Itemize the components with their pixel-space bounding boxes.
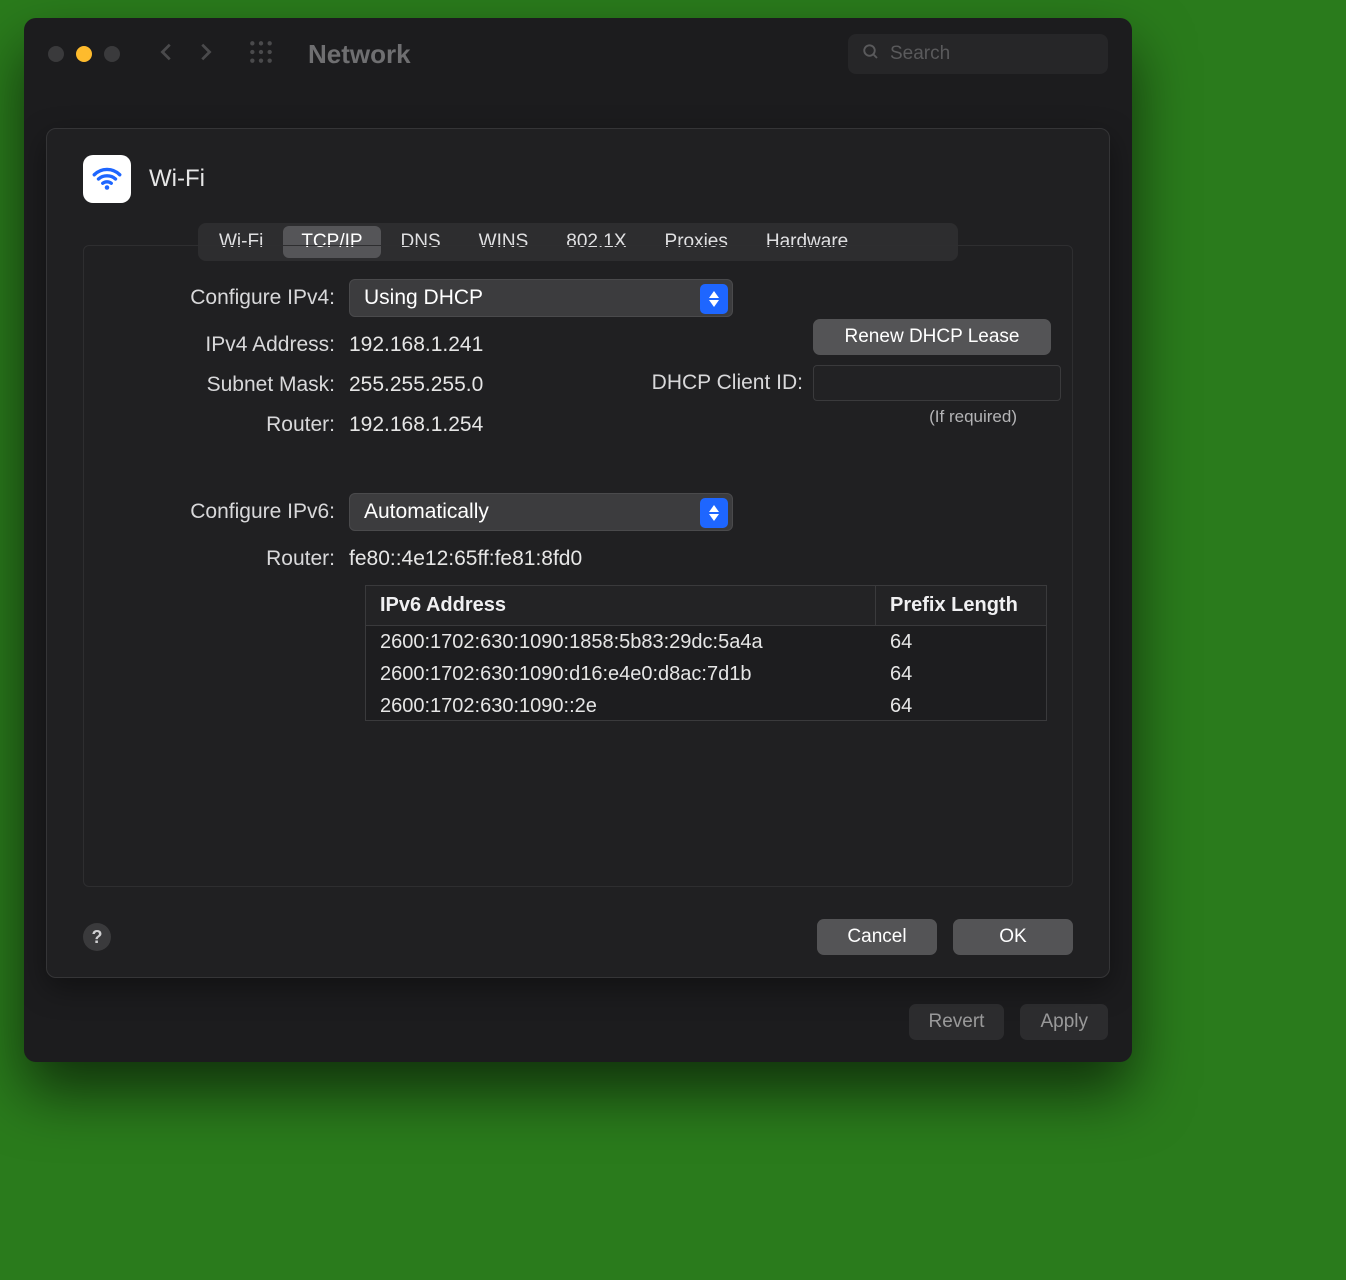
ipv6-router-label: Router: <box>83 547 349 571</box>
close-button[interactable] <box>48 46 64 62</box>
sheet-title: Wi-Fi <box>149 165 205 193</box>
cell-addr: 2600:1702:630:1090:1858:5b83:29dc:5a4a <box>366 626 876 658</box>
zoom-button[interactable] <box>104 46 120 62</box>
ipv6-address-table[interactable]: IPv6 Address Prefix Length 2600:1702:630… <box>365 585 1047 721</box>
network-preferences-window: Network Wi-Fi Wi-Fi TCP/IP DNS WINS 802.… <box>24 18 1132 1062</box>
column-prefix-length[interactable]: Prefix Length <box>876 586 1046 625</box>
cancel-button[interactable]: Cancel <box>817 919 937 955</box>
search-field[interactable] <box>848 34 1108 74</box>
if-required-hint: (If required) <box>929 407 1017 427</box>
table-header: IPv6 Address Prefix Length <box>366 586 1046 626</box>
ipv4-router-label: Router: <box>83 413 349 437</box>
window-title: Network <box>308 39 411 70</box>
search-input[interactable] <box>890 43 1132 65</box>
cell-addr: 2600:1702:630:1090::2e <box>366 690 876 721</box>
forward-button[interactable] <box>194 41 216 68</box>
cell-addr: 2600:1702:630:1090:d16:e4e0:d8ac:7d1b <box>366 658 876 690</box>
revert-button[interactable]: Revert <box>909 1004 1005 1040</box>
search-icon <box>862 43 880 66</box>
wifi-icon <box>83 155 131 203</box>
back-button[interactable] <box>156 41 178 68</box>
dhcp-client-id-label: DHCP Client ID: <box>652 371 803 395</box>
help-button[interactable]: ? <box>83 923 111 951</box>
ipv4-router-value: 192.168.1.254 <box>349 413 483 437</box>
configure-ipv4-value: Using DHCP <box>364 286 483 310</box>
cell-plen: 64 <box>876 626 1046 658</box>
dhcp-client-id-input[interactable] <box>813 365 1061 401</box>
chevron-updown-icon <box>700 498 728 528</box>
right-column: Renew DHCP Lease <box>813 319 1073 355</box>
table-row[interactable]: 2600:1702:630:1090:1858:5b83:29dc:5a4a 6… <box>366 626 1046 658</box>
titlebar: Network <box>24 18 1132 90</box>
renew-dhcp-lease-button[interactable]: Renew DHCP Lease <box>813 319 1051 355</box>
ipv4-address-value: 192.168.1.241 <box>349 333 483 357</box>
window-footer: Revert Apply <box>909 1004 1109 1040</box>
table-row[interactable]: 2600:1702:630:1090:d16:e4e0:d8ac:7d1b 64 <box>366 658 1046 690</box>
column-ipv6-address[interactable]: IPv6 Address <box>366 586 876 625</box>
configure-ipv6-label: Configure IPv6: <box>83 500 349 524</box>
configure-ipv6-value: Automatically <box>364 500 489 524</box>
ipv4-address-label: IPv4 Address: <box>83 333 349 357</box>
table-row[interactable]: 2600:1702:630:1090::2e 64 <box>366 690 1046 721</box>
apply-button[interactable]: Apply <box>1020 1004 1108 1040</box>
nav-arrows <box>156 41 216 68</box>
cell-plen: 64 <box>876 658 1046 690</box>
configure-ipv6-popup[interactable]: Automatically <box>349 493 733 531</box>
ok-button[interactable]: OK <box>953 919 1073 955</box>
cell-plen: 64 <box>876 690 1046 721</box>
sheet-header: Wi-Fi <box>47 129 1109 213</box>
sheet-footer: ? Cancel OK <box>83 919 1073 955</box>
show-all-icon[interactable] <box>248 39 274 70</box>
chevron-updown-icon <box>700 284 728 314</box>
configure-ipv4-popup[interactable]: Using DHCP <box>349 279 733 317</box>
traffic-lights <box>48 46 120 62</box>
subnet-mask-label: Subnet Mask: <box>83 373 349 397</box>
tcpip-panel: Configure IPv4: Using DHCP IPv4 Address:… <box>83 279 1073 867</box>
minimize-button[interactable] <box>76 46 92 62</box>
configure-ipv4-label: Configure IPv4: <box>83 286 349 310</box>
ipv6-router-value: fe80::4e12:65ff:fe81:8fd0 <box>349 547 582 571</box>
subnet-mask-value: 255.255.255.0 <box>349 373 483 397</box>
advanced-sheet: Wi-Fi Wi-Fi TCP/IP DNS WINS 802.1X Proxi… <box>46 128 1110 978</box>
